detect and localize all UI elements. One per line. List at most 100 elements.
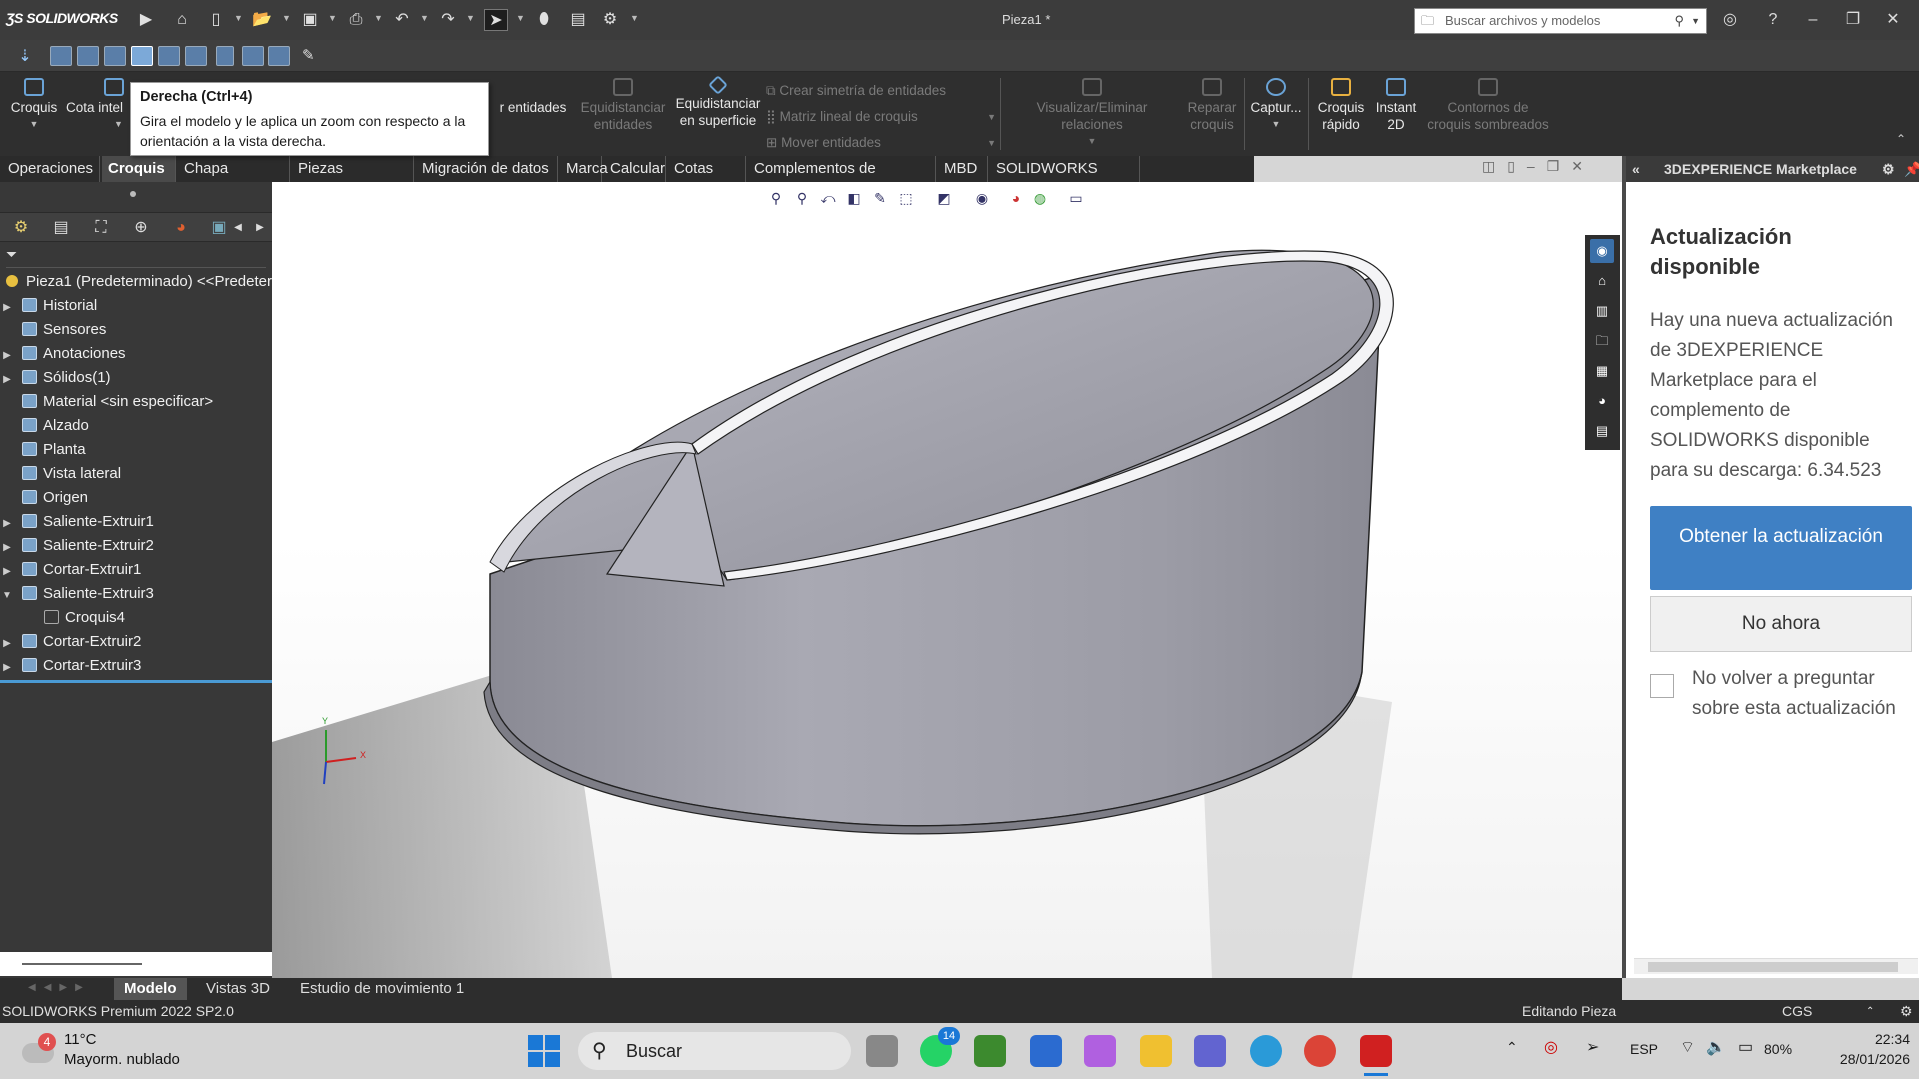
view-orientation-icon[interactable]: ⬚ xyxy=(896,188,916,208)
graphics-area[interactable]: Y X ◫▯–❐✕ xyxy=(272,158,1622,978)
previous-view-icon[interactable]: ⤺ xyxy=(818,188,838,208)
print-icon[interactable]: ⎙ xyxy=(344,9,368,31)
task-view-icon[interactable] xyxy=(866,1035,898,1067)
design-library-icon[interactable]: ▥ xyxy=(1590,299,1614,323)
new-dropdown-icon[interactable]: ▼ xyxy=(234,13,243,23)
solidworks-resources-icon[interactable]: ⌂ xyxy=(1590,269,1614,293)
redo-icon[interactable]: ↷ xyxy=(436,9,460,31)
shaded-sketch-contours-button[interactable]: Contornos de croquis sombreados xyxy=(1424,78,1552,133)
tab-operaciones[interactable]: Operaciones xyxy=(2,156,100,182)
horizontal-scrollbar[interactable] xyxy=(0,952,272,976)
configuration-manager-tab-icon[interactable]: ⛶ xyxy=(88,217,114,239)
tree-item[interactable]: Vista lateral xyxy=(0,462,272,486)
tray-app-icon[interactable]: ◎ xyxy=(1544,1037,1558,1057)
tree-item[interactable]: Alzado xyxy=(0,414,272,438)
tab-migración-de-datos[interactable]: Migración de datos xyxy=(416,156,558,182)
zoom-to-fit-icon[interactable]: ⚲ xyxy=(766,188,786,208)
expand-menu-icon[interactable]: ▶ xyxy=(134,9,158,31)
tab-solidworks-cam[interactable]: SOLIDWORKS CAM xyxy=(990,156,1140,203)
move-entities-button[interactable]: ⊞ Mover entidades ▼ xyxy=(766,130,996,156)
volume-icon[interactable]: 🔈 xyxy=(1706,1037,1726,1057)
open-dropdown-icon[interactable]: ▼ xyxy=(282,13,291,23)
expand-arrow-icon[interactable]: ▶ xyxy=(0,344,14,366)
tree-item[interactable]: ▶ Saliente-Extruir1 xyxy=(0,510,272,534)
restore-icon[interactable]: ❐ xyxy=(1840,9,1866,31)
windows-start-icon[interactable] xyxy=(528,1035,560,1067)
instant-2d-button[interactable]: Instant 2D xyxy=(1372,78,1420,133)
back-view-icon[interactable] xyxy=(77,46,99,66)
rapid-sketch-button[interactable]: Croquis rápido xyxy=(1312,78,1370,133)
show-hidden-icons-icon[interactable]: ⌃ xyxy=(1506,1039,1518,1056)
weather-widget[interactable]: 4 xyxy=(22,1033,58,1069)
file-properties-icon[interactable]: ▤ xyxy=(566,9,590,31)
search-input[interactable]: 🗀 Buscar archivos y modelos ⚲ ▼ xyxy=(1414,8,1707,34)
search-dropdown-icon[interactable]: ▼ xyxy=(1691,9,1700,33)
tree-item[interactable]: ▶ Cortar-Extruir3 xyxy=(0,654,272,678)
file-explorer-icon[interactable]: 🗀 xyxy=(1590,329,1614,353)
tree-item[interactable]: ▼ Saliente-Extruir3 xyxy=(0,582,272,606)
mirror-entities-button[interactable]: ⧉ Crear simetría de entidades xyxy=(766,78,996,104)
property-manager-tab-icon[interactable]: ▤ xyxy=(48,217,74,239)
appearances-icon[interactable]: ◕ xyxy=(1590,389,1614,413)
wifi-icon[interactable]: ⌔ xyxy=(1680,1037,1695,1057)
tree-item[interactable]: Sensores xyxy=(0,318,272,342)
tab-scroll-arrows[interactable]: ◀◀▶▶ xyxy=(28,982,108,996)
select-cursor-icon[interactable]: ➤ xyxy=(484,9,508,31)
settings-gear-icon[interactable]: ⚙ xyxy=(1882,156,1895,182)
tab-calcular[interactable]: Calcular xyxy=(604,156,666,182)
user-account-icon[interactable]: ◎ xyxy=(1717,9,1743,31)
repair-sketch-button[interactable]: Reparar croquis xyxy=(1182,78,1242,133)
tab-mbd[interactable]: MBD xyxy=(938,156,988,182)
solidworks-taskbar-icon[interactable] xyxy=(1360,1035,1392,1067)
get-update-button[interactable]: Obtener la actualización xyxy=(1650,506,1912,590)
microsoft-store-icon[interactable] xyxy=(1030,1035,1062,1067)
clock-date[interactable]: 28/01/2026 xyxy=(1818,1051,1910,1067)
tab-cotas-mbd[interactable]: Cotas MBD xyxy=(668,156,746,203)
minecraft-icon[interactable] xyxy=(974,1035,1006,1067)
tab-chapa-metálica[interactable]: Chapa metálica xyxy=(178,156,290,203)
save-dropdown-icon[interactable]: ▼ xyxy=(328,13,337,23)
expand-arrow-icon[interactable]: ▶ xyxy=(0,512,14,534)
traffic-light-icon[interactable]: ⬮ xyxy=(532,9,556,31)
zoom-to-area-icon[interactable]: ⚲ xyxy=(792,188,812,208)
scroll-right-icon[interactable]: ▶ xyxy=(250,217,270,239)
feature-manager-tab-icon[interactable]: ⚙ xyxy=(8,217,34,239)
whatsapp-icon[interactable]: 14 xyxy=(920,1027,960,1067)
bottom-tab-1[interactable]: Vistas 3D xyxy=(196,978,280,1000)
tab-marca[interactable]: Marca xyxy=(560,156,608,182)
edit-appearance-icon[interactable]: ◕ xyxy=(1006,188,1026,208)
print-dropdown-icon[interactable]: ▼ xyxy=(374,13,383,23)
top-view-icon[interactable] xyxy=(158,46,180,66)
expand-arrow-icon[interactable]: ▶ xyxy=(0,368,14,390)
language-indicator[interactable]: ESP xyxy=(1630,1041,1658,1057)
tree-item[interactable]: Material <sin especificar> xyxy=(0,390,272,414)
left-view-icon[interactable] xyxy=(104,46,126,66)
options-dropdown-icon[interactable]: ▼ xyxy=(630,13,639,23)
tree-item[interactable]: ▶ Cortar-Extruir2 xyxy=(0,630,272,654)
help-icon[interactable]: ? xyxy=(1760,9,1786,31)
chrome-icon[interactable] xyxy=(1304,1035,1336,1067)
tree-item[interactable]: ▶ Sólidos(1) xyxy=(0,366,272,390)
clock-time[interactable]: 22:34 xyxy=(1854,1031,1910,1047)
view-palette-icon[interactable]: ▦ xyxy=(1590,359,1614,383)
magnifier-icon[interactable]: ⚲ xyxy=(1674,9,1684,33)
model-view[interactable] xyxy=(272,182,1622,978)
bottom-tab-2[interactable]: Estudio de movimiento 1 xyxy=(290,978,474,1000)
home-icon[interactable]: ⌂ xyxy=(170,9,194,31)
expand-arrow-icon[interactable]: ▶ xyxy=(0,560,14,582)
new-document-icon[interactable]: ▯ xyxy=(204,9,228,31)
tab-croquis[interactable]: Croquis xyxy=(102,156,176,182)
expand-arrow-icon[interactable]: ▶ xyxy=(0,656,14,678)
rollback-bar[interactable] xyxy=(0,680,272,683)
normal-to-icon[interactable]: ⇣ xyxy=(14,46,36,66)
dimetric-view-icon[interactable] xyxy=(268,46,290,66)
taskbar-search[interactable]: ⚲ Buscar xyxy=(578,1032,851,1070)
tree-item[interactable]: Croquis4 xyxy=(0,606,272,630)
tree-item[interactable]: ▶ Historial xyxy=(0,294,272,318)
tree-root[interactable]: Pieza1 (Predeterminado) <<Predeter xyxy=(0,270,272,294)
bottom-tab-0[interactable]: Modelo xyxy=(114,978,187,1000)
not-now-button[interactable]: No ahora xyxy=(1650,596,1912,652)
open-icon[interactable]: 📂 xyxy=(250,9,274,31)
dynamic-annotation-icon[interactable]: ✎ xyxy=(870,188,890,208)
front-view-icon[interactable] xyxy=(50,46,72,66)
